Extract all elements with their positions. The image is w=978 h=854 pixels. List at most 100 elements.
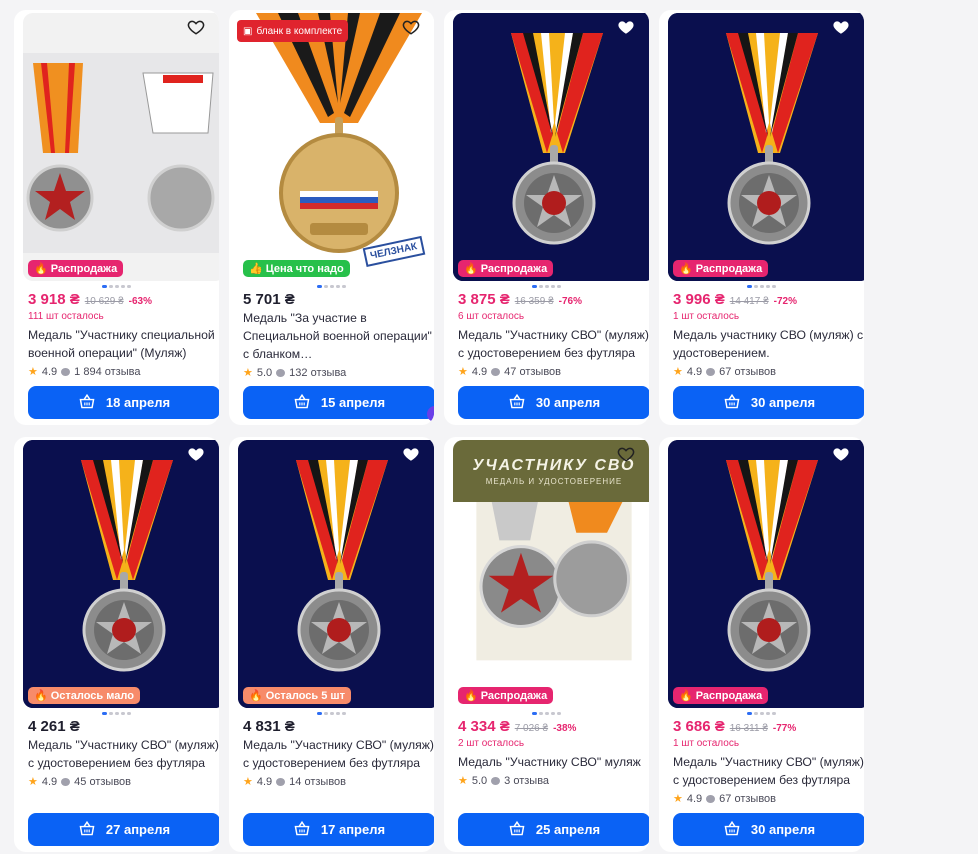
chat-bubble-icon bbox=[706, 367, 716, 376]
product-card[interactable]: 🔥 Осталось мало 4 261 ₴ Медаль "Участнику… bbox=[14, 437, 219, 852]
image-pager[interactable] bbox=[444, 285, 649, 288]
image-pager[interactable] bbox=[229, 285, 434, 288]
price: 3 686 ₴ bbox=[673, 718, 725, 735]
star-icon: ★ bbox=[243, 776, 253, 788]
star-icon: ★ bbox=[673, 366, 683, 378]
favorite-button[interactable] bbox=[830, 18, 852, 40]
delivery-date: 30 апреля bbox=[750, 822, 816, 837]
delivery-date: 27 апреля bbox=[105, 822, 171, 837]
favorite-button[interactable] bbox=[615, 18, 637, 40]
banner-title: УЧАСТНИКУ СВО bbox=[472, 456, 636, 474]
rating-value: 4.9 bbox=[256, 775, 273, 788]
image-pager[interactable] bbox=[659, 285, 864, 288]
medal-image bbox=[476, 502, 632, 661]
delivery-button[interactable]: 25 апреля bbox=[458, 813, 649, 846]
product-card[interactable]: 🔥 Распродажа 3 875 ₴ 16 359 ₴ -76% 6 шт о… bbox=[444, 10, 649, 425]
reviews-count: 45 отзывов bbox=[74, 775, 132, 788]
product-card[interactable]: УЧАСТНИКУ СВО МЕДАЛЬ И УДОСТОВЕРЕНИЕ 🔥 Ра… bbox=[444, 437, 649, 852]
delivery-button[interactable]: 30 апреля bbox=[458, 386, 649, 419]
badge-label: Распродажа bbox=[695, 262, 763, 275]
product-image[interactable] bbox=[453, 13, 649, 281]
favorite-button[interactable] bbox=[830, 445, 852, 467]
chat-bubble-icon bbox=[706, 794, 716, 803]
medal-image bbox=[23, 13, 219, 281]
delivery-date: 25 апреля bbox=[535, 822, 601, 837]
product-title[interactable]: Медаль "Участнику СВО" (муляж) с удостов… bbox=[243, 736, 434, 772]
chat-bubble-icon bbox=[61, 367, 71, 376]
price-row: 4 831 ₴ bbox=[243, 718, 295, 735]
discount: -38% bbox=[553, 723, 577, 734]
rating: ★ 5.0 3 отзыва bbox=[458, 774, 550, 788]
reviews-count: 3 отзыва bbox=[504, 774, 550, 787]
favorite-button[interactable] bbox=[185, 445, 207, 467]
reviews-count: 132 отзыва bbox=[289, 366, 347, 379]
product-title[interactable]: Медаль "Участнику СВО" (муляж) с удостов… bbox=[673, 753, 864, 789]
favorite-button[interactable] bbox=[400, 445, 422, 467]
delivery-button[interactable]: 27 апреля bbox=[28, 813, 219, 846]
reviews-count: 47 отзывов bbox=[504, 365, 562, 378]
rating: ★ 4.9 47 отзывов bbox=[458, 365, 562, 379]
image-pager[interactable] bbox=[444, 712, 649, 715]
heart-icon bbox=[617, 445, 635, 468]
star-icon: ★ bbox=[243, 367, 253, 379]
document-icon: ▣ bbox=[243, 25, 253, 37]
product-image[interactable] bbox=[668, 440, 864, 708]
product-title[interactable]: Медаль "Участнику СВО" муляж bbox=[458, 753, 649, 771]
old-price: 16 359 ₴ bbox=[514, 296, 554, 307]
delivery-button[interactable]: 18 апреля bbox=[28, 386, 219, 419]
product-title[interactable]: Медаль "Участнику СВО" (муляж) с удостов… bbox=[458, 326, 649, 362]
delivery-button[interactable]: 30 апреля bbox=[673, 813, 864, 846]
product-card[interactable]: 🔥 Осталось 5 шт 4 831 ₴ Медаль "Участнику… bbox=[229, 437, 434, 852]
product-image[interactable] bbox=[668, 13, 864, 281]
chat-bubble-icon bbox=[491, 367, 501, 376]
heart-icon bbox=[617, 18, 635, 41]
product-image[interactable] bbox=[23, 440, 219, 708]
product-image[interactable] bbox=[23, 13, 219, 281]
image-pager[interactable] bbox=[14, 712, 219, 715]
assistant-icon[interactable] bbox=[427, 406, 434, 422]
fire-icon: 🔥 bbox=[679, 690, 693, 702]
product-badge: 🔥 Распродажа bbox=[458, 260, 554, 277]
product-title[interactable]: Медаль участнику СВО (муляж) с удостовер… bbox=[673, 326, 864, 362]
product-title[interactable]: Медаль "За участие в Специальной военной… bbox=[243, 309, 434, 363]
favorite-button[interactable] bbox=[185, 18, 207, 40]
delivery-button[interactable]: 17 апреля bbox=[243, 813, 434, 846]
star-icon: ★ bbox=[673, 793, 683, 805]
price: 3 918 ₴ bbox=[28, 291, 80, 308]
product-title[interactable]: Медаль "Участнику СВО" (муляж) с удостов… bbox=[28, 736, 219, 772]
delivery-button[interactable]: 30 апреля bbox=[673, 386, 864, 419]
favorite-button[interactable] bbox=[400, 18, 422, 40]
product-image[interactable]: УЧАСТНИКУ СВО МЕДАЛЬ И УДОСТОВЕРЕНИЕ bbox=[453, 440, 649, 708]
image-pager[interactable] bbox=[659, 712, 864, 715]
price: 3 875 ₴ bbox=[458, 291, 510, 308]
delivery-button[interactable]: 15 апреля bbox=[243, 386, 434, 419]
basket-icon bbox=[508, 820, 526, 839]
delivery-date: 15 апреля bbox=[320, 395, 386, 410]
price: 4 831 ₴ bbox=[243, 718, 295, 735]
favorite-button[interactable] bbox=[615, 445, 637, 467]
product-badge: 🔥 Распродажа bbox=[673, 687, 769, 704]
discount: -63% bbox=[128, 296, 153, 307]
star-icon: ★ bbox=[28, 776, 38, 788]
price: 3 996 ₴ bbox=[673, 291, 725, 308]
chat-bubble-icon bbox=[276, 777, 286, 786]
medal-image bbox=[453, 13, 649, 281]
product-card[interactable]: ▣ бланк в комплекте ЧЕЛЗНАК 👍 Цена что над… bbox=[229, 10, 434, 425]
product-badge: 🔥 Осталось мало bbox=[28, 687, 140, 704]
price-row: 3 875 ₴ 16 359 ₴ -76% bbox=[458, 291, 582, 308]
image-pager[interactable] bbox=[229, 712, 434, 715]
product-card[interactable]: 🔥 Распродажа 3 686 ₴ 16 311 ₴ -77% 1 шт о… bbox=[659, 437, 864, 852]
product-title[interactable]: Медаль "Участнику специальной военной оп… bbox=[28, 326, 219, 362]
price: 5 701 ₴ bbox=[243, 291, 295, 308]
product-badge: 🔥 Осталось 5 шт bbox=[243, 687, 351, 704]
rating: ★ 5.0 132 отзыва bbox=[243, 366, 347, 380]
chat-bubble-icon bbox=[491, 776, 501, 785]
product-card[interactable]: 🔥 Распродажа 3 918 ₴ 10 629 ₴ -63% 111 шт… bbox=[14, 10, 219, 425]
product-badge: 🔥 Распродажа bbox=[673, 260, 769, 277]
product-image[interactable] bbox=[238, 440, 434, 708]
image-pager[interactable] bbox=[14, 285, 219, 288]
heart-icon bbox=[402, 18, 420, 41]
rating-value: 4.9 bbox=[41, 775, 58, 788]
medal-image bbox=[238, 440, 434, 708]
product-card[interactable]: 🔥 Распродажа 3 996 ₴ 14 417 ₴ -72% 1 шт о… bbox=[659, 10, 864, 425]
